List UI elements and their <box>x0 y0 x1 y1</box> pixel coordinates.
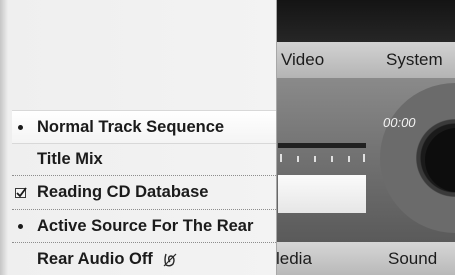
menu-item-reading-cd-database[interactable]: Reading CD Database <box>12 176 276 208</box>
top-dark-area <box>276 0 455 42</box>
selected-bullet-icon <box>14 210 34 242</box>
selected-bullet-icon <box>14 111 34 143</box>
main-function-bar: Video System <box>276 42 455 78</box>
rear-audio-off-icon <box>163 253 177 267</box>
menu-empty-area <box>0 0 276 110</box>
menu-item-label: Reading CD Database <box>37 183 209 201</box>
checkbox-checked-icon[interactable] <box>14 176 34 208</box>
tab-sound[interactable]: Sound <box>388 249 437 269</box>
menu-item-label: Normal Track Sequence <box>37 118 225 136</box>
menu-item-normal-track-sequence[interactable]: Normal Track Sequence <box>12 110 276 144</box>
tab-media[interactable]: ledia <box>276 249 312 269</box>
options-menu: Normal Track Sequence Title Mix Reading … <box>0 0 277 275</box>
bottom-function-bar: ledia Sound <box>276 242 455 275</box>
menu-item-active-source-for-the-rear[interactable]: Active Source For The Rear <box>12 210 276 242</box>
progress-scale <box>280 154 365 162</box>
menu-item-label: Rear Audio Off <box>37 250 153 268</box>
head-unit-screen: Video System 00:00 ledia Sound Normal Tr… <box>0 0 455 275</box>
tab-video[interactable]: Video <box>281 50 324 70</box>
menu-item-rear-audio-off[interactable]: Rear Audio Off <box>12 243 276 275</box>
menu-item-title-mix[interactable]: Title Mix <box>12 143 276 175</box>
tab-system[interactable]: System <box>386 50 443 70</box>
track-info-field <box>278 175 366 213</box>
menu-item-label: Active Source For The Rear <box>37 217 254 235</box>
progress-bar <box>278 143 366 148</box>
track-time: 00:00 <box>383 115 416 130</box>
media-display: 00:00 <box>276 78 455 242</box>
menu-item-label: Title Mix <box>37 150 103 168</box>
menu-item-label-wrap: Rear Audio Off <box>37 243 177 275</box>
